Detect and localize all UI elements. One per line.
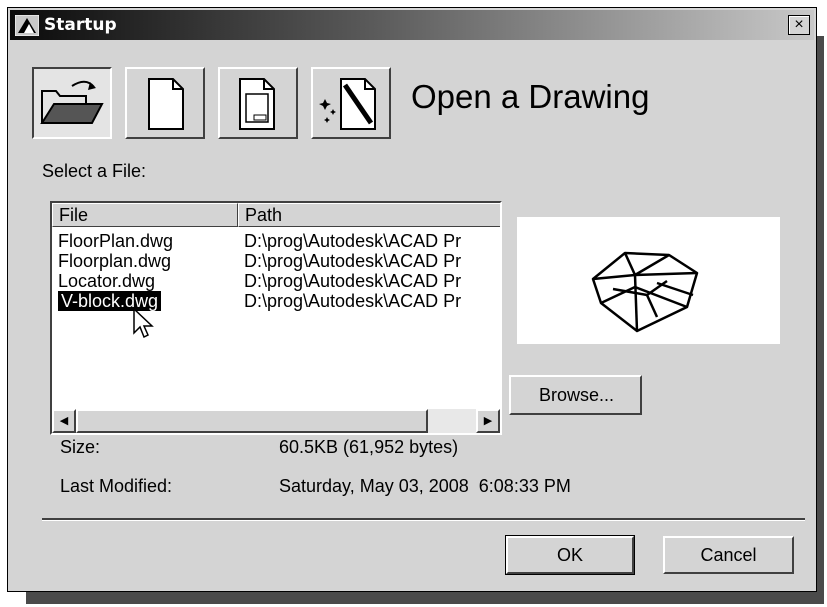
close-icon: × — [794, 16, 804, 33]
arrow-right-icon: ▶ — [483, 415, 493, 427]
scroll-thumb[interactable] — [76, 409, 428, 433]
list-item-path: D:\prog\Autodesk\ACAD Pr — [244, 291, 462, 311]
list-item-file[interactable]: Locator.dwg — [58, 271, 155, 291]
list-item-path: D:\prog\Autodesk\ACAD Pr — [244, 271, 462, 291]
cancel-button[interactable]: Cancel — [663, 536, 794, 574]
column-header-path[interactable]: Path — [238, 203, 500, 227]
use-wizard-button[interactable] — [311, 67, 391, 139]
v-block-preview-icon — [591, 251, 699, 333]
page-heading: Open a Drawing — [411, 78, 650, 115]
startup-dialog: Startup × Open a Drawing Select a File: … — [7, 7, 817, 592]
file-list[interactable]: File Path FloorPlan.dwg D:\prog\Autodesk… — [50, 201, 502, 435]
select-file-label: Select a File: — [42, 161, 147, 181]
list-item-path: D:\prog\Autodesk\ACAD Pr — [244, 231, 462, 251]
last-modified-label: Last Modified: — [60, 476, 173, 496]
scroll-right-button[interactable]: ▶ — [476, 409, 500, 433]
browse-button[interactable]: Browse... — [509, 375, 642, 415]
wizard-icon — [319, 78, 376, 130]
column-header-file[interactable]: File — [52, 203, 238, 227]
close-button[interactable]: × — [788, 15, 810, 35]
list-item-file[interactable]: Floorplan.dwg — [58, 251, 171, 271]
open-drawing-button[interactable] — [32, 67, 112, 139]
ok-button[interactable]: OK — [505, 535, 635, 575]
blank-page-icon — [148, 78, 184, 130]
drawing-preview — [517, 217, 780, 344]
template-page-icon — [239, 78, 275, 130]
title-bar[interactable]: Startup × — [10, 10, 814, 40]
list-item-file[interactable]: FloorPlan.dwg — [58, 231, 173, 251]
open-folder-icon — [40, 80, 104, 124]
list-item-path: D:\prog\Autodesk\ACAD Pr — [244, 251, 462, 271]
scroll-left-button[interactable]: ◀ — [52, 409, 76, 433]
divider — [42, 518, 805, 521]
arrow-left-icon: ◀ — [59, 415, 69, 427]
window-title: Startup — [44, 15, 117, 35]
size-value: 60.5KB (61,952 bytes) — [279, 437, 459, 457]
app-icon — [15, 15, 39, 36]
use-template-button[interactable] — [218, 67, 298, 139]
horizontal-scrollbar[interactable]: ◀ ▶ — [52, 409, 500, 433]
start-from-scratch-button[interactable] — [125, 67, 205, 139]
size-label: Size: — [60, 437, 101, 457]
last-modified-value: Saturday, May 03, 2008 6:08:33 PM — [279, 476, 571, 496]
mouse-cursor-icon — [133, 307, 154, 339]
